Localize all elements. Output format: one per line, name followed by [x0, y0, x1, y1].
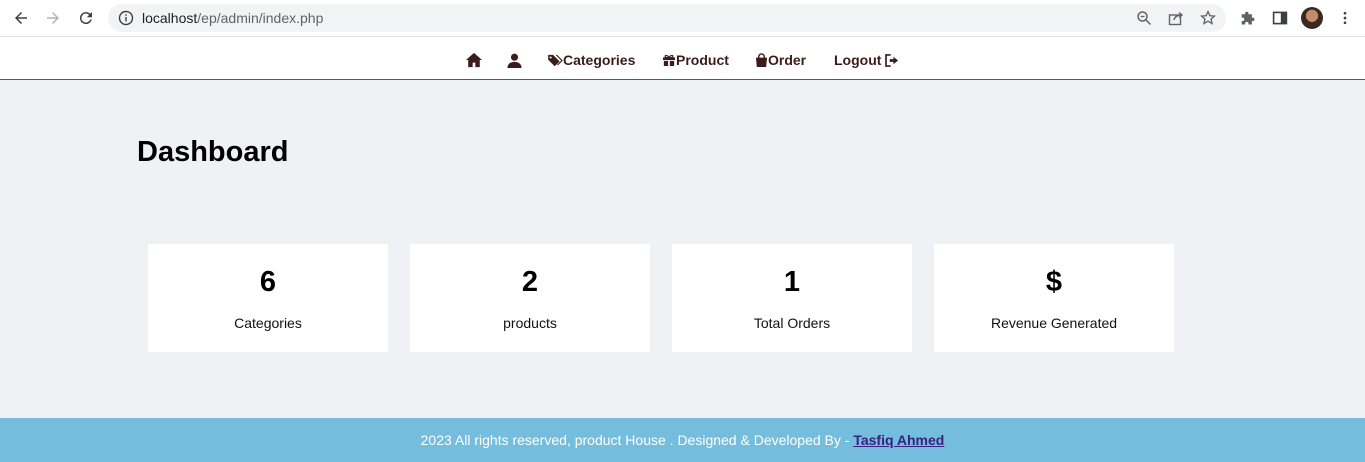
gift-icon — [663, 54, 675, 66]
side-panel-icon — [1272, 11, 1288, 25]
puzzle-icon — [1241, 11, 1254, 24]
url-text: localhost/ep/admin/index.php — [142, 10, 323, 26]
nav-order-label: Order — [768, 52, 807, 68]
kebab-menu-icon — [1343, 11, 1347, 25]
forward-arrow-icon — [47, 12, 59, 24]
stat-label: products — [503, 315, 557, 331]
logout-icon — [885, 53, 899, 67]
stat-value: $ — [1045, 266, 1063, 298]
forward-button[interactable] — [41, 6, 65, 30]
home-icon — [466, 52, 482, 68]
stat-value: 6 — [259, 266, 277, 298]
stat-value: 2 — [521, 266, 539, 298]
stat-card-products: 2 products — [410, 244, 650, 352]
nav-product[interactable]: Product — [662, 51, 729, 69]
author-link[interactable]: Tasfiq Ahmed — [853, 432, 944, 448]
tags-icon — [548, 54, 563, 66]
info-icon[interactable] — [118, 10, 134, 26]
extensions-button[interactable] — [1238, 8, 1258, 28]
nav-product-label: Product — [676, 52, 729, 68]
stat-card-revenue: $ Revenue Generated — [934, 244, 1174, 352]
share-icon[interactable] — [1168, 10, 1184, 26]
nav-logout[interactable]: Logout — [834, 51, 900, 69]
footer-text: 2023 All rights reserved, product House … — [420, 432, 854, 448]
stat-card-categories: 6 Categories — [148, 244, 388, 352]
nav-profile[interactable] — [507, 51, 522, 69]
url-host: localhost — [142, 10, 198, 26]
back-button[interactable] — [9, 6, 33, 30]
side-panel-button[interactable] — [1270, 8, 1290, 28]
address-bar[interactable]: localhost/ep/admin/index.php — [108, 4, 1226, 32]
page-title: Dashboard — [137, 136, 289, 168]
nav-home[interactable] — [465, 51, 483, 69]
stat-label: Revenue Generated — [990, 315, 1118, 331]
stat-card-orders: 1 Total Orders — [672, 244, 912, 352]
bookmark-star-icon[interactable] — [1200, 10, 1216, 26]
nav-categories-label: Categories — [563, 52, 636, 68]
browser-toolbar: localhost/ep/admin/index.php — [0, 0, 1365, 37]
zoom-icon[interactable] — [1136, 10, 1152, 26]
profile-avatar[interactable] — [1301, 7, 1323, 29]
nav-logout-label: Logout — [834, 52, 882, 68]
url-path: /ep/admin/index.php — [197, 10, 324, 26]
menu-button[interactable] — [1335, 8, 1355, 28]
shopping-bag-icon — [755, 53, 768, 67]
user-icon — [507, 53, 522, 68]
main-navbar: Categories Product Order Logout — [0, 37, 1365, 80]
back-arrow-icon — [15, 12, 27, 24]
nav-categories[interactable]: Categories — [548, 51, 635, 69]
nav-order[interactable]: Order — [755, 51, 806, 69]
reload-icon — [79, 12, 92, 25]
stat-label: Categories — [234, 315, 302, 331]
stat-value: 1 — [783, 266, 801, 298]
stat-label: Total Orders — [753, 315, 831, 331]
reload-button[interactable] — [74, 6, 98, 30]
footer: 2023 All rights reserved, product House … — [0, 418, 1365, 462]
